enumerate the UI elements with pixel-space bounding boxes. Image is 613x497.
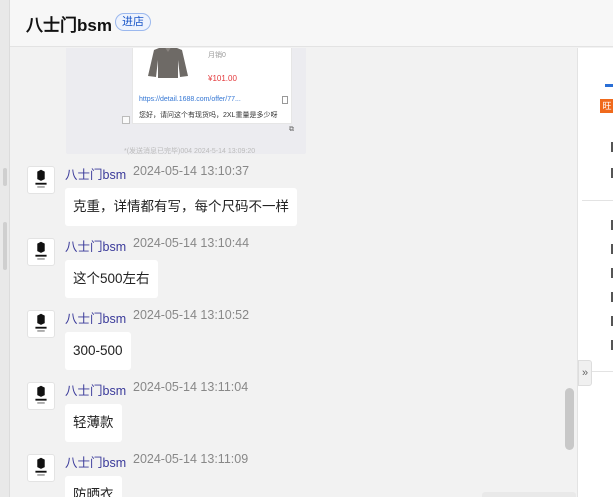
copy-icon[interactable]: ⧉ (289, 126, 294, 134)
message-time: 2024-05-14 13:11:04 (133, 380, 249, 394)
product-inquiry-text: 您好，请问这个有现货吗，2XL重量是多少呀 (139, 112, 278, 119)
enter-shop-button[interactable]: 进店 (115, 13, 151, 31)
edge-mark (3, 168, 7, 186)
message-time: 2024-05-14 13:10:52 (133, 308, 250, 322)
sender-avatar[interactable] (27, 166, 55, 194)
select-square-icon[interactable] (122, 116, 130, 124)
chat-scrollbar-thumb[interactable] (565, 388, 574, 450)
document-icon (282, 96, 288, 104)
background-window-edge (0, 0, 10, 497)
product-price: ¥101.00 (208, 74, 237, 83)
chat-history[interactable]: 月销0 ¥101.00 https://detail.1688.com/offe… (10, 48, 576, 497)
right-info-panel: 旺 » (577, 48, 613, 497)
product-sales: 月销0 (208, 52, 226, 59)
sender-avatar[interactable] (27, 310, 55, 338)
message-bubble[interactable]: 这个500左右 (65, 260, 158, 298)
sender-avatar[interactable] (27, 454, 55, 482)
message-time: 2024-05-14 13:10:37 (133, 164, 250, 178)
panel-divider (582, 200, 613, 201)
message-bubble[interactable]: 克重，详情都有写，每个尺码不一样 (65, 188, 297, 226)
message-bubble[interactable]: 300-500 (65, 332, 131, 370)
faded-status-line: *(发送消息已完毕)004 2024-5-14 13:09:20 (124, 148, 256, 155)
chat-header: 八士门bsm 进店 (10, 0, 613, 47)
message-time: 2024-05-14 13:11:09 (133, 452, 249, 466)
sender-name[interactable]: 八士门bsm (65, 164, 126, 183)
message-bubble[interactable]: 防晒衣 (65, 476, 122, 497)
sender-name[interactable]: 八士门bsm (65, 236, 126, 255)
product-link[interactable]: https://detail.1688.com/offer/77... (139, 96, 241, 103)
sender-name[interactable]: 八士门bsm (65, 452, 126, 471)
message-time: 2024-05-14 13:10:44 (133, 236, 250, 250)
sender-avatar[interactable] (27, 238, 55, 266)
message-bubble[interactable]: 轻薄款 (65, 404, 122, 442)
expand-panel-icon[interactable]: » (578, 360, 592, 386)
sender-avatar[interactable] (27, 382, 55, 410)
sender-name[interactable]: 八士门bsm (65, 308, 126, 327)
shop-tag-icon: 旺 (600, 99, 613, 113)
shop-name: 八士门bsm (26, 16, 112, 35)
active-tab-indicator (605, 84, 613, 87)
sender-name[interactable]: 八士门bsm (65, 380, 126, 399)
product-thumbnail[interactable] (142, 48, 194, 78)
forwarded-product-card[interactable]: 月销0 ¥101.00 https://detail.1688.com/offe… (66, 48, 306, 155)
edge-mark (3, 222, 7, 270)
input-area-edge (482, 492, 576, 497)
